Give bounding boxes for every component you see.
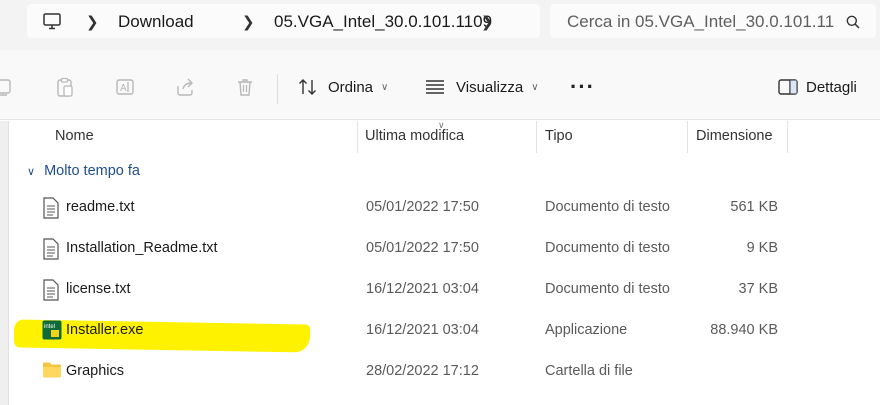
address-bar-row: ❯ Download ❯ 05.VGA_Intel_30.0.101.1109 … (0, 0, 880, 50)
file-name[interactable]: readme.txt (66, 199, 135, 215)
column-divider[interactable] (536, 121, 537, 153)
file-name[interactable]: license.txt (66, 281, 130, 297)
file-name[interactable]: Graphics (66, 363, 124, 379)
chevron-down-icon: ∨ (531, 81, 539, 93)
column-divider[interactable] (687, 121, 688, 153)
file-size: 88.940 KB (710, 322, 778, 338)
breadcrumb-current-folder[interactable]: 05.VGA_Intel_30.0.101.1109 (274, 12, 492, 32)
file-row[interactable]: Installation_Readme.txt 05/01/2022 17:50… (10, 229, 870, 269)
file-row[interactable]: readme.txt 05/01/2022 17:50 Documento di… (10, 188, 870, 228)
file-modified: 16/12/2021 03:04 (366, 322, 479, 338)
file-modified: 05/01/2022 17:50 (366, 199, 479, 215)
file-type: Applicazione (545, 322, 628, 338)
file-size: 37 KB (738, 281, 779, 297)
file-type: Documento di testo (545, 240, 670, 256)
file-name[interactable]: Installer.exe (66, 322, 143, 338)
text-file-icon (42, 197, 60, 219)
file-row[interactable]: license.txt 16/12/2021 03:04 Documento d… (10, 270, 870, 310)
chevron-down-icon: ∨ (381, 81, 389, 93)
search-box[interactable]: Cerca in 05.VGA_Intel_30.0.101.11 (550, 4, 876, 38)
folder-icon (42, 361, 61, 383)
column-type[interactable]: Tipo (545, 128, 573, 144)
text-file-icon (42, 238, 60, 260)
file-type: Cartella di file (545, 363, 633, 379)
details-pane-icon (778, 79, 798, 95)
column-divider[interactable] (787, 121, 788, 153)
breadcrumb-chevron-icon[interactable]: ❯ (86, 13, 99, 31)
column-divider[interactable] (357, 121, 358, 153)
file-modified: 28/02/2022 17:12 (366, 363, 479, 379)
sort-label: Ordina (328, 78, 374, 96)
file-size: 9 KB (746, 240, 778, 256)
chevron-down-icon[interactable]: ∨ (27, 165, 35, 178)
breadcrumb-download[interactable]: Download (118, 12, 194, 32)
rename-icon[interactable]: A (115, 77, 135, 97)
file-type: Documento di testo (545, 199, 670, 215)
group-header[interactable]: ∨ Molto tempo fa (27, 163, 140, 179)
toolbar-separator (277, 74, 278, 104)
computer-icon[interactable] (43, 13, 61, 35)
file-row[interactable]: Graphics 28/02/2022 17:12 Cartella di fi… (10, 352, 870, 392)
file-size: 561 KB (730, 199, 778, 215)
column-header: Nome ∨ Ultima modifica Tipo Dimensione (10, 120, 880, 153)
view-button[interactable]: Visualizza ∨ (425, 75, 539, 99)
breadcrumb-chevron-icon[interactable]: ❯ (242, 13, 255, 31)
file-modified: 16/12/2021 03:04 (366, 281, 479, 297)
column-size[interactable]: Dimensione (696, 128, 773, 144)
column-name[interactable]: Nome (55, 128, 94, 144)
breadcrumb-chevron-icon[interactable]: ❯ (481, 13, 494, 31)
file-modified: 05/01/2022 17:50 (366, 240, 479, 256)
command-bar: A Ordina ∨ Visualizza ∨ ··· Dettagli (0, 50, 880, 120)
view-label: Visualizza (456, 78, 524, 96)
search-icon[interactable] (846, 15, 860, 34)
text-file-icon (42, 279, 60, 301)
group-label: Molto tempo fa (44, 163, 140, 179)
paste-icon[interactable] (55, 77, 75, 97)
address-bar[interactable]: ❯ Download ❯ 05.VGA_Intel_30.0.101.1109 … (27, 4, 540, 38)
search-input[interactable]: Cerca in 05.VGA_Intel_30.0.101.11 (567, 12, 834, 32)
view-icon (425, 79, 445, 95)
navigation-pane-edge[interactable] (0, 121, 9, 405)
sort-icon (298, 78, 318, 96)
svg-text:A: A (120, 83, 127, 94)
intel-installer-icon: intel (42, 320, 62, 342)
svg-text:intel: intel (44, 324, 55, 330)
file-type: Documento di testo (545, 281, 670, 297)
details-button[interactable]: Dettagli (778, 75, 857, 99)
share-icon[interactable] (175, 77, 195, 97)
file-name[interactable]: Installation_Readme.txt (66, 240, 218, 256)
details-label: Dettagli (806, 78, 857, 96)
sort-button[interactable]: Ordina ∨ (298, 75, 388, 99)
column-modified[interactable]: Ultima modifica (365, 128, 464, 144)
more-icon[interactable]: ··· (570, 74, 595, 100)
copy-icon[interactable] (0, 77, 14, 97)
delete-icon[interactable] (235, 77, 255, 97)
